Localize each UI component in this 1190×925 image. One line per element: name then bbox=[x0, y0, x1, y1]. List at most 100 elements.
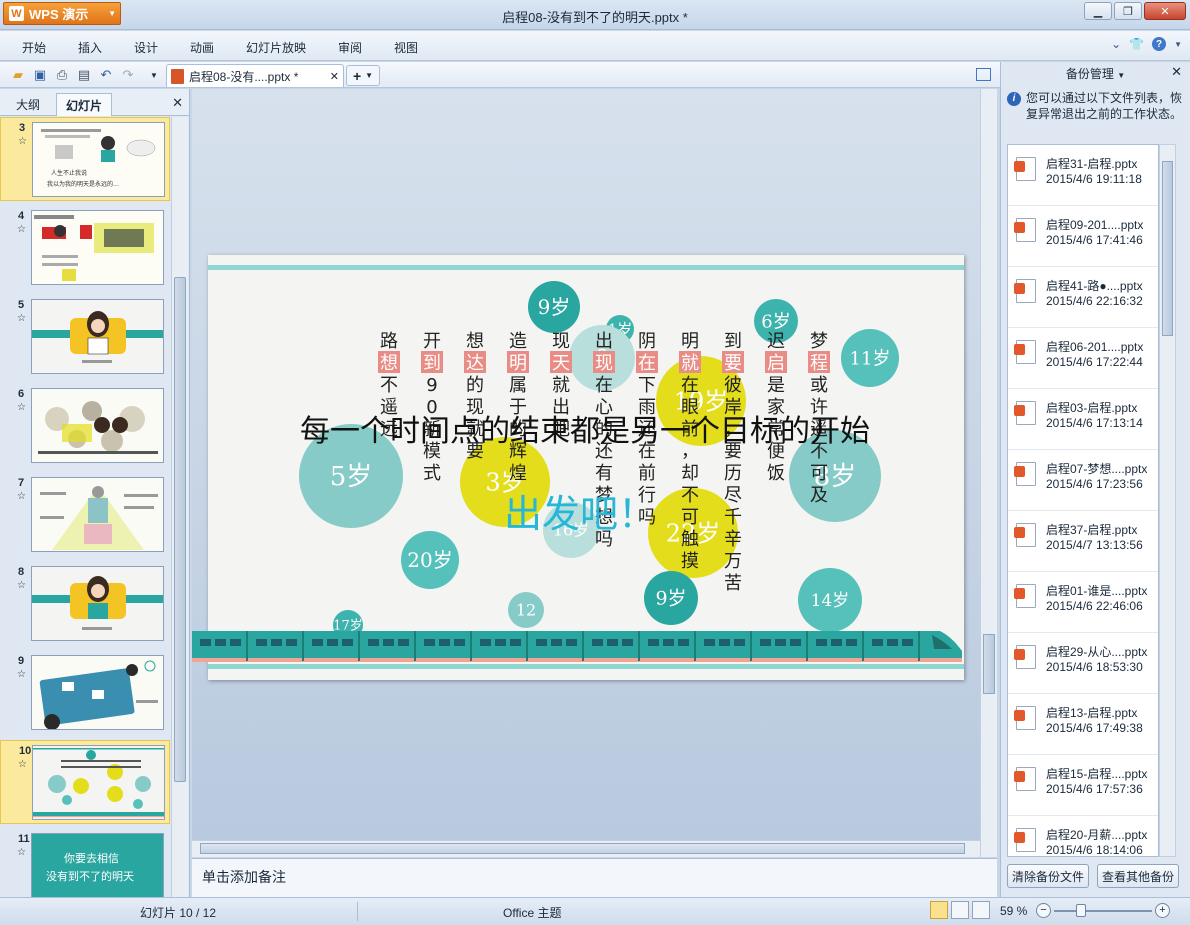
backup-item[interactable]: 启程41-路●....pptx 2015/4/6 22:16:32 bbox=[1008, 267, 1158, 328]
redo-icon[interactable]: ↷ bbox=[120, 67, 136, 83]
slide-preview bbox=[31, 566, 164, 641]
document-tab[interactable]: 启程08-没有....pptx * ✕ bbox=[166, 64, 344, 87]
pptx-file-icon bbox=[1014, 706, 1036, 730]
close-panel-icon[interactable]: ✕ bbox=[1171, 64, 1182, 80]
zoom-slider-track[interactable] bbox=[1054, 910, 1152, 912]
close-window-button[interactable]: ✕ bbox=[1144, 2, 1186, 20]
train-window bbox=[775, 639, 786, 646]
age-bubble-label: 14岁 bbox=[811, 591, 850, 611]
backup-list-scrollbar[interactable] bbox=[1159, 144, 1176, 857]
backup-item[interactable]: 启程01-谁是....pptx 2015/4/6 22:46:06 bbox=[1008, 572, 1158, 633]
menu-insert[interactable]: 插入 bbox=[78, 39, 102, 56]
undo-icon[interactable]: ↶ bbox=[98, 67, 114, 83]
panel-title[interactable]: 备份管理 bbox=[1066, 67, 1114, 81]
close-tab-icon[interactable]: ✕ bbox=[330, 70, 339, 83]
scrollbar-thumb[interactable] bbox=[983, 634, 995, 694]
slide-thumbnail-11[interactable]: 11 ☆ 你要去相信 没有到不了的明天 bbox=[0, 829, 170, 897]
slide-thumbnail-6[interactable]: 6 ☆ bbox=[0, 384, 170, 468]
maximize-button[interactable]: ❐ bbox=[1114, 2, 1142, 20]
column-char: 煌 bbox=[509, 463, 527, 484]
chevron-down-icon[interactable]: ▼ bbox=[1174, 40, 1182, 49]
scrollbar-thumb[interactable] bbox=[1162, 161, 1173, 336]
close-panel-icon[interactable]: ✕ bbox=[172, 95, 183, 111]
menu-right-tools: ⌄ 👕 ? ▼ bbox=[1111, 37, 1182, 51]
open-folder-icon[interactable]: ▰ bbox=[10, 67, 26, 83]
current-slide[interactable]: 9岁1岁6岁11岁019岁5岁8岁3岁16岁22岁20岁9岁14岁1217岁 路… bbox=[192, 255, 964, 680]
minimize-button[interactable]: ▁ bbox=[1084, 2, 1112, 20]
collapse-ribbon-icon[interactable]: ⌄ bbox=[1111, 37, 1121, 51]
thumb-text: 我以为我的明天是永远的… bbox=[47, 180, 119, 188]
chevron-down-icon[interactable]: ▼ bbox=[1117, 71, 1125, 80]
top-band bbox=[208, 265, 964, 270]
backup-file-name: 启程07-梦想....pptx bbox=[1046, 462, 1148, 476]
backup-item[interactable]: 启程31-启程.pptx 2015/4/6 19:11:18 bbox=[1008, 145, 1158, 206]
scrollbar-thumb[interactable] bbox=[174, 277, 186, 782]
backup-file-time: 2015/4/6 17:57:36 bbox=[1046, 782, 1143, 796]
clear-backup-button[interactable]: 清除备份文件 bbox=[1007, 864, 1089, 888]
slide-horizontal-scrollbar[interactable] bbox=[192, 840, 980, 857]
thumbnail-scrollbar[interactable] bbox=[171, 117, 188, 897]
zoom-slider-handle[interactable] bbox=[1076, 904, 1086, 917]
column-char: 摸 bbox=[681, 551, 699, 572]
slide-thumbnail-8[interactable]: 8 ☆ bbox=[0, 562, 170, 646]
column-char: 明 bbox=[681, 331, 699, 352]
slide-thumbnail-4[interactable]: 4 ☆ bbox=[0, 206, 170, 290]
slide-thumbnail-5[interactable]: 5 ☆ bbox=[0, 295, 170, 379]
slideshow-view-button[interactable] bbox=[972, 901, 990, 919]
backup-item[interactable]: 启程13-启程.pptx 2015/4/6 17:49:38 bbox=[1008, 694, 1158, 755]
column-char: 要 bbox=[724, 353, 742, 374]
slide-vertical-scrollbar[interactable] bbox=[980, 89, 997, 857]
slide-headline[interactable]: 每一个时间点的结束都是另一个目标的开始 bbox=[300, 414, 870, 449]
backup-item[interactable]: 启程29-从心....pptx 2015/4/6 18:53:30 bbox=[1008, 633, 1158, 694]
backup-item[interactable]: 启程37-启程.pptx 2015/4/7 13:13:56 bbox=[1008, 511, 1158, 572]
menu-slideshow[interactable]: 幻灯片放映 bbox=[246, 39, 306, 56]
skin-shirt-icon[interactable]: 👕 bbox=[1129, 37, 1144, 51]
backup-item[interactable]: 启程20-月薪....pptx 2015/4/6 18:14:06 bbox=[1008, 816, 1158, 857]
backup-file-list: 启程31-启程.pptx 2015/4/6 19:11:18 启程09-201...… bbox=[1007, 144, 1159, 857]
animation-star-icon: ☆ bbox=[17, 402, 26, 413]
view-other-backups-button[interactable]: 查看其他备份 bbox=[1097, 864, 1179, 888]
window-layout-icon[interactable] bbox=[976, 68, 991, 81]
age-bubble-label: 6岁 bbox=[761, 311, 790, 332]
backup-item[interactable]: 启程15-启程....pptx 2015/4/6 17:57:36 bbox=[1008, 755, 1158, 816]
slide-thumbnail-10[interactable]: 10 ☆ bbox=[0, 740, 170, 824]
print-preview-icon[interactable]: ▤ bbox=[76, 67, 92, 83]
slide-preview bbox=[31, 388, 164, 463]
tab-outline[interactable]: 大纲 bbox=[7, 93, 49, 116]
help-icon[interactable]: ? bbox=[1152, 37, 1167, 51]
menu-design[interactable]: 设计 bbox=[134, 39, 158, 56]
slide-thumbnail-7[interactable]: 7 ☆ bbox=[0, 473, 170, 557]
age-bubble-label: 9岁 bbox=[655, 588, 686, 610]
train-window bbox=[663, 639, 674, 646]
scrollbar-thumb[interactable] bbox=[200, 843, 965, 854]
menu-start[interactable]: 开始 bbox=[22, 39, 46, 56]
customize-toolbar-icon[interactable]: ▼ bbox=[146, 67, 162, 83]
backup-item[interactable]: 启程07-梦想....pptx 2015/4/6 17:23:56 bbox=[1008, 450, 1158, 511]
column-char: 却 bbox=[681, 463, 699, 484]
train-window bbox=[256, 639, 267, 646]
backup-file-time: 2015/4/6 18:14:06 bbox=[1046, 843, 1143, 857]
menu-review[interactable]: 审阅 bbox=[338, 39, 362, 56]
backup-file-time: 2015/4/6 17:49:38 bbox=[1046, 721, 1143, 735]
print-icon[interactable]: ⎙ bbox=[54, 67, 70, 83]
notes-pane[interactable]: 单击添加备注 bbox=[192, 858, 997, 897]
zoom-out-button[interactable]: − bbox=[1036, 903, 1051, 918]
tab-slides[interactable]: 幻灯片 bbox=[56, 93, 113, 116]
menu-animation[interactable]: 动画 bbox=[190, 39, 214, 56]
new-document-button[interactable]: + ▼ bbox=[346, 65, 380, 86]
zoom-in-button[interactable]: + bbox=[1155, 903, 1170, 918]
slide-sorter-view-button[interactable] bbox=[951, 901, 969, 919]
slide-thumbnail-3[interactable]: 3 ☆ 人生不止我说 我以为我的明天是永远的… bbox=[0, 117, 170, 201]
train-car-joint bbox=[806, 631, 808, 661]
normal-view-button[interactable] bbox=[930, 901, 948, 919]
backup-item[interactable]: 启程03-启程.pptx 2015/4/6 17:13:14 bbox=[1008, 389, 1158, 450]
pptx-file-icon bbox=[1014, 340, 1036, 364]
column-char: 彼 bbox=[724, 375, 742, 396]
menu-view[interactable]: 视图 bbox=[394, 39, 418, 56]
backup-item[interactable]: 启程09-201....pptx 2015/4/6 17:41:46 bbox=[1008, 206, 1158, 267]
slide-go-text[interactable]: 出发吧！ bbox=[504, 492, 656, 536]
save-icon[interactable]: ▣ bbox=[32, 67, 48, 83]
slide-editing-area: 9岁1岁6岁11岁019岁5岁8岁3岁16岁22岁20岁9岁14岁1217岁 路… bbox=[192, 89, 997, 857]
slide-thumbnail-9[interactable]: 9 ☆ bbox=[0, 651, 170, 735]
backup-item[interactable]: 启程06-201....pptx 2015/4/6 17:22:44 bbox=[1008, 328, 1158, 389]
